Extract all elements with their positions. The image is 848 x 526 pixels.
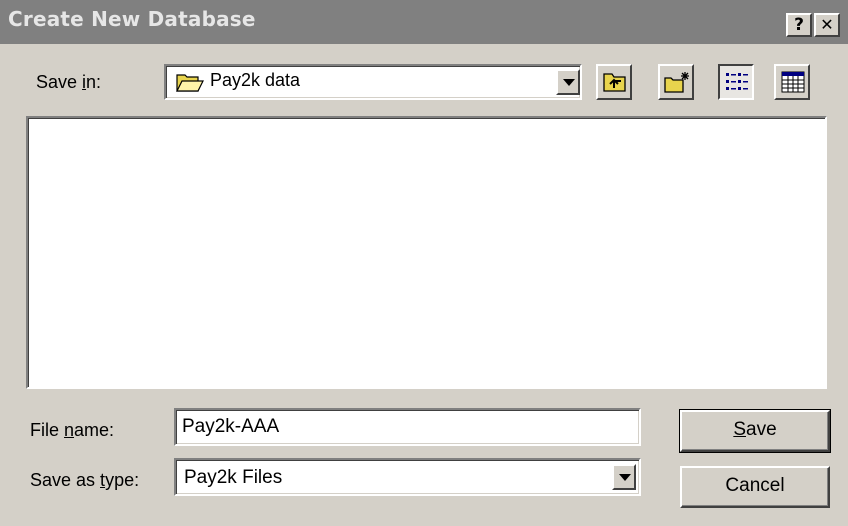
save-in-dropdown-button[interactable] — [556, 69, 580, 95]
save-in-label: Save in: — [36, 72, 102, 92]
window-title: Create New Database — [8, 7, 256, 31]
save-in-value: Pay2k data — [210, 70, 301, 90]
details-view-button[interactable] — [774, 64, 810, 100]
up-one-level-button[interactable] — [596, 64, 632, 100]
file-name-label: File name: — [30, 420, 115, 440]
file-name-value: Pay2k-AAA — [182, 416, 280, 437]
open-folder-icon — [176, 71, 204, 98]
create-new-folder-button[interactable] — [658, 64, 694, 100]
cancel-button[interactable]: Cancel — [680, 466, 830, 508]
save-as-type-combobox[interactable]: Pay2k Files — [174, 458, 641, 496]
save-as-type-dropdown-button[interactable] — [612, 464, 636, 490]
file-list[interactable] — [26, 116, 827, 389]
file-name-input[interactable]: Pay2k-AAA — [174, 408, 641, 446]
save-button[interactable]: Save — [679, 409, 831, 453]
save-in-combobox[interactable]: Pay2k data — [164, 64, 582, 100]
save-as-type-value: Pay2k Files — [184, 467, 283, 488]
title-bar[interactable]: Create New Database ? ✕ — [0, 0, 848, 44]
help-button[interactable]: ? — [786, 13, 812, 37]
close-button[interactable]: ✕ — [814, 13, 840, 37]
list-view-button[interactable] — [718, 64, 754, 100]
create-new-database-dialog: Create New Database ? ✕ Save in: Pay2k d… — [0, 0, 848, 526]
save-as-type-label: Save as type: — [30, 470, 140, 490]
